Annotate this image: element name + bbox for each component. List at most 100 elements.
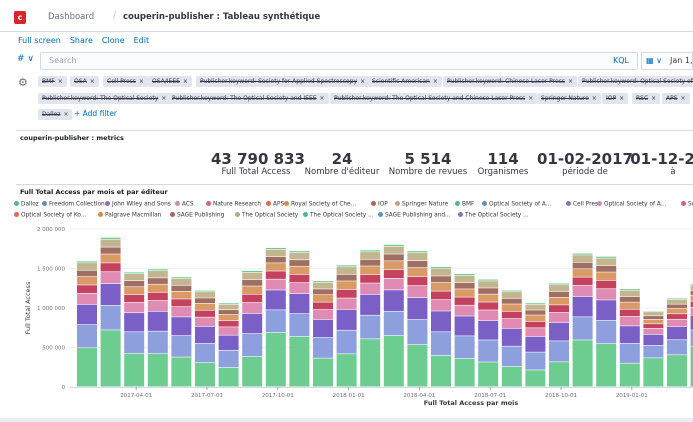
bar-segment (525, 304, 546, 310)
filter-pill[interactable]: Scientific American × (368, 76, 442, 87)
bar-segment (407, 276, 428, 286)
filter-pill[interactable]: Cell Press × (103, 76, 148, 87)
bar-segment (147, 270, 168, 278)
bar-segment (360, 252, 381, 260)
close-icon[interactable]: × (139, 78, 144, 85)
filter-pill[interactable]: OSA/IEEE × (148, 76, 192, 87)
filter-pill[interactable]: Publisher.keyword: Chinese Laser Press × (443, 76, 577, 87)
filter-pill[interactable]: Publisher.keyword: The Optical Society × (38, 93, 171, 104)
filter-pill-label: Dalloz (42, 111, 61, 118)
gear-icon[interactable]: ⚙ (18, 76, 28, 89)
close-icon[interactable]: × (681, 95, 686, 102)
bar-segment (77, 276, 97, 285)
filter-pill-label: Cell Press (107, 78, 136, 85)
bar-segment (147, 284, 168, 293)
bar-segment (218, 335, 239, 350)
filter-pill-label: Publisher.keyword: The Optical Society a… (172, 95, 317, 102)
bar-segment (478, 302, 499, 310)
bar-segment (218, 303, 239, 304)
kql-toggle[interactable]: KQL (613, 56, 629, 65)
calendar-icon[interactable]: ▦ ∨ (646, 56, 662, 65)
close-icon[interactable]: × (320, 95, 325, 102)
menu-share[interactable]: Share (70, 36, 93, 50)
bar-segment (549, 283, 569, 285)
bar-segment (360, 259, 381, 266)
bar-segment (501, 292, 522, 299)
filter-pill[interactable]: BMF × (38, 76, 67, 87)
filter-pill[interactable]: Springer Nature × (537, 93, 601, 104)
y-tick-label: 1 000 000 (37, 306, 65, 312)
filter-pill[interactable]: Dalloz × (38, 109, 73, 120)
filter-pill[interactable]: IOP × (602, 93, 629, 104)
date-start[interactable]: Jan 1, 2 (670, 56, 693, 65)
bar-segment (77, 293, 97, 305)
bar-segment (265, 247, 286, 250)
filter-pill-label: BMF (42, 78, 55, 85)
bar-segment (501, 298, 522, 304)
bar-segment (171, 306, 192, 317)
chart-panel-title: Full Total Access par mois et par éditeu… (20, 188, 168, 196)
bar-segment (124, 281, 145, 287)
app-logo-icon[interactable]: c (14, 11, 26, 24)
filter-pill[interactable]: Publisher.keyword: The Optical Society a… (330, 93, 538, 104)
breadcrumb-dashboard[interactable]: Dashboard (48, 12, 94, 22)
close-icon[interactable]: × (90, 78, 95, 85)
x-tick-label: 2019-01-01 (616, 393, 648, 399)
bar-segment (643, 319, 664, 324)
bar-segment (124, 313, 145, 332)
bar-segment (596, 256, 617, 258)
filter-pill[interactable]: Publisher.keyword: Optical Society of A× (578, 76, 693, 87)
bar-segment (218, 304, 239, 310)
close-icon[interactable]: × (528, 95, 533, 102)
bar-segment (407, 319, 428, 345)
menu-edit[interactable]: Edit (134, 36, 150, 50)
bar-segment (643, 345, 664, 358)
filter-pill[interactable]: Publisher.keyword: The Optical Society a… (168, 93, 329, 104)
bar-segment (525, 336, 546, 352)
breadcrumb-separator: / (113, 11, 117, 21)
close-icon[interactable]: × (568, 78, 573, 85)
filter-pill-label: Publisher.keyword: The Optical Society a… (334, 95, 526, 102)
x-axis-label: Full Total Access par mois (424, 399, 519, 407)
date-picker[interactable]: ▦ ∨ Jan 1, 2 (641, 52, 693, 70)
bar-segment (336, 309, 357, 330)
bar-segment (313, 281, 333, 283)
filter-pill[interactable]: RSC × (632, 93, 661, 104)
bar-segment (265, 290, 286, 310)
close-icon[interactable]: × (433, 78, 438, 85)
menu-clone[interactable]: Clone (102, 36, 125, 50)
bar-segment (619, 363, 640, 387)
close-icon[interactable]: × (592, 95, 597, 102)
bar-segment (596, 258, 617, 266)
filter-pill[interactable]: OSA × (70, 76, 99, 87)
close-icon[interactable]: × (161, 95, 166, 102)
bar-segment (454, 358, 475, 387)
search-input[interactable]: Search KQL (40, 52, 638, 70)
search-placeholder: Search (49, 56, 77, 65)
bar-segment (313, 282, 333, 289)
close-icon[interactable]: × (619, 95, 624, 102)
bar-segment (643, 324, 664, 329)
menu-full-screen[interactable]: Full screen (18, 36, 61, 50)
bar-segment (549, 285, 569, 292)
bar-segment (360, 274, 381, 283)
bar-segment (619, 296, 640, 302)
bar-segment (501, 318, 522, 329)
saved-query-button[interactable]: # ∨ (17, 54, 34, 64)
close-icon[interactable]: × (360, 78, 365, 85)
close-icon[interactable]: × (63, 111, 68, 118)
bar-segment (501, 311, 522, 319)
x-tick-label: 2017-10-01 (262, 393, 294, 399)
close-icon[interactable]: × (58, 78, 63, 85)
filter-pill[interactable]: APS × (662, 93, 690, 104)
bar-segment (454, 305, 475, 316)
filter-pill[interactable]: Publisher.keyword: Society for Applied S… (196, 76, 370, 87)
close-icon[interactable]: × (183, 78, 188, 85)
bar-segment (124, 294, 145, 303)
bar-segment (407, 344, 428, 387)
add-filter-button[interactable]: + Add filter (74, 109, 117, 118)
close-icon[interactable]: × (651, 95, 656, 102)
metric-label: Nombre d'éditeur (304, 167, 380, 177)
bar-segment (242, 286, 263, 294)
horizontal-scrollbar[interactable] (0, 418, 693, 422)
